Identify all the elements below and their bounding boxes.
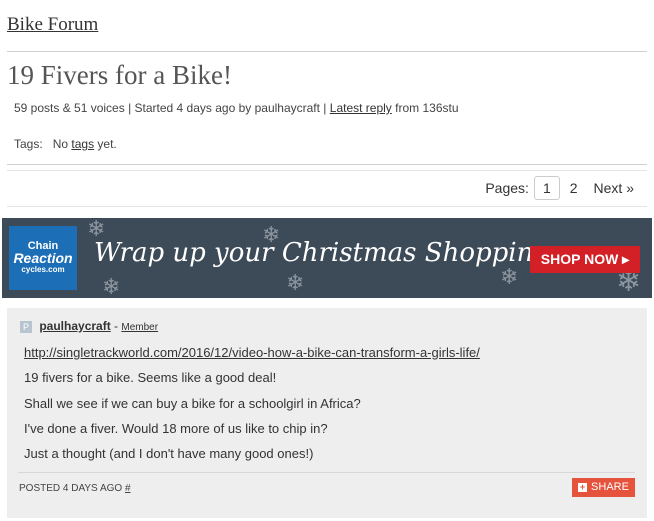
author-link[interactable]: paulhaycraft — [39, 319, 110, 333]
logo-text-mid: Reaction — [13, 250, 73, 266]
post-footer: POSTED 4 DAYS AGO # — [19, 483, 131, 494]
plus-icon: + — [578, 481, 588, 492]
banner-headline: Wrap up your Christmas Shopping — [94, 238, 550, 268]
topic-meta-text: 59 posts & 51 voices | Started 4 days ag… — [14, 101, 327, 115]
shop-now-button[interactable]: SHOP NOW ▸ — [530, 246, 640, 273]
snowflake-icon: ❄ — [102, 274, 121, 298]
next-page-link[interactable]: Next » — [594, 180, 634, 196]
tags-label: Tags: — [14, 137, 43, 151]
author-role-link[interactable]: Member — [121, 322, 158, 333]
tags-suffix: yet. — [97, 137, 117, 151]
ad-banner[interactable]: ❄ ❄ ❄ ❄ ❄ ❄ Chain Reaction cycles.com Wr… — [2, 218, 652, 298]
snowflake-icon: ❄ — [286, 270, 305, 295]
tags-link[interactable]: tags — [71, 137, 94, 151]
forum-post: P paulhaycraft - Member http://singletra… — [7, 308, 647, 518]
post-divider — [18, 472, 635, 473]
chain-reaction-logo: Chain Reaction cycles.com — [9, 226, 77, 290]
share-label: SHARE — [591, 481, 629, 493]
tags-row: Tags: No tags yet. — [14, 137, 117, 151]
page-current: 1 — [533, 176, 560, 200]
latest-reply-link[interactable]: Latest reply — [330, 101, 392, 115]
post-line: Just a thought (and I don't have many go… — [24, 446, 314, 462]
topic-meta: 59 posts & 51 voices | Started 4 days ag… — [14, 101, 459, 115]
post-line: Shall we see if we can buy a bike for a … — [24, 395, 361, 411]
author-separator: - — [114, 319, 119, 333]
divider — [7, 51, 647, 52]
divider — [7, 164, 647, 165]
logo-text-bottom: cycles.com — [21, 265, 65, 274]
page-2-link[interactable]: 2 — [570, 180, 578, 196]
pagination-label: Pages: — [485, 180, 529, 196]
divider — [7, 170, 647, 171]
permalink-link[interactable]: # — [125, 483, 131, 494]
breadcrumb-forum-link[interactable]: Bike Forum — [7, 14, 98, 36]
avatar: P — [20, 320, 32, 333]
share-button[interactable]: + SHARE — [572, 478, 635, 497]
divider — [7, 206, 647, 207]
post-video-link[interactable]: http://singletrackworld.com/2016/12/vide… — [24, 345, 480, 360]
topic-meta-suffix: from 136stu — [395, 101, 459, 115]
post-line: I've done a fiver. Would 18 more of us l… — [24, 420, 328, 436]
posted-time: POSTED 4 DAYS AGO — [19, 483, 123, 494]
topic-title: 19 Fivers for a Bike! — [7, 60, 232, 90]
post-author: P paulhaycraft - Member — [20, 319, 158, 333]
tags-prefix: No — [52, 137, 69, 151]
post-body: http://singletrackworld.com/2016/12/vide… — [24, 346, 480, 472]
post-line: 19 fivers for a bike. Seems like a good … — [24, 370, 277, 386]
pagination: Pages: 1 2 Next » — [485, 176, 634, 200]
